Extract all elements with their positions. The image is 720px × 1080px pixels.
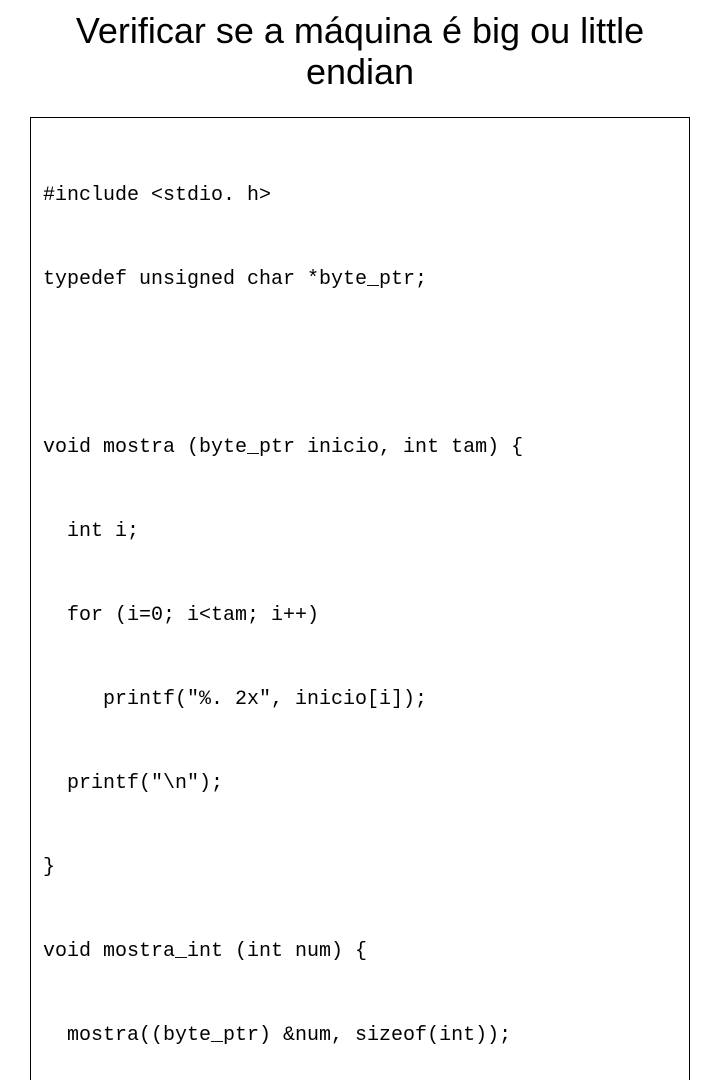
code-line: for (i=0; i<tam; i++) [43, 602, 677, 630]
code-line: void mostra (byte_ptr inicio, int tam) { [43, 434, 677, 462]
code-box: #include <stdio. h> typedef unsigned cha… [30, 117, 690, 1080]
code-line: mostra((byte_ptr) &num, sizeof(int)); [43, 1022, 677, 1050]
code-line: } [43, 854, 677, 882]
code-line: void mostra_int (int num) { [43, 938, 677, 966]
code-line: printf("\n"); [43, 770, 677, 798]
slide: Verificar se a máquina é big ou little e… [0, 0, 720, 540]
code-line: typedef unsigned char *byte_ptr; [43, 266, 677, 294]
slide-title: Verificar se a máquina é big ou little e… [30, 10, 690, 93]
code-line: int i; [43, 518, 677, 546]
code-line: #include <stdio. h> [43, 182, 677, 210]
code-line: printf("%. 2x", inicio[i]); [43, 686, 677, 714]
code-blank-line [43, 350, 677, 378]
